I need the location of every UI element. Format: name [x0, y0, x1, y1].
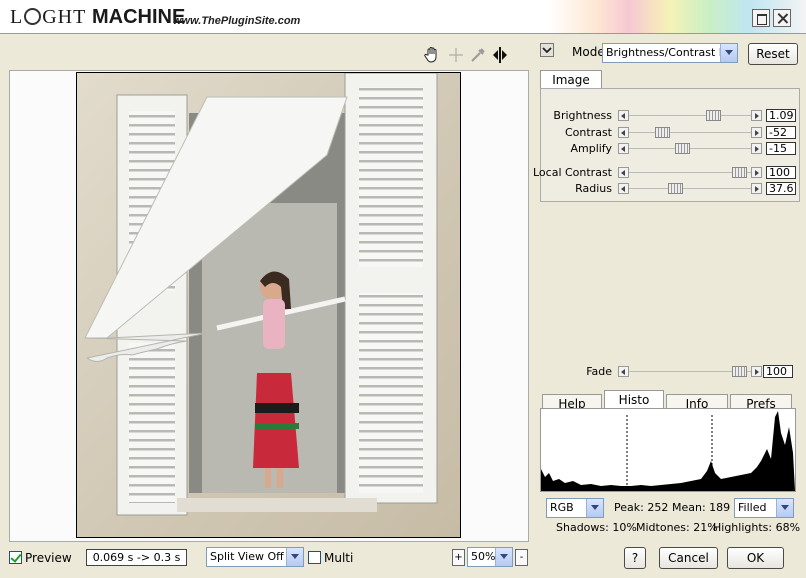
slider-value[interactable]: -15 [766, 142, 796, 155]
chevron-down-icon[interactable] [720, 44, 737, 62]
slider-thumb[interactable] [654, 127, 670, 138]
multi-checkbox[interactable] [308, 551, 321, 564]
slider-label: Radius [575, 182, 612, 195]
histo-mean: Mean: 189 [672, 501, 731, 514]
zoom-in-button[interactable]: + [452, 549, 465, 566]
reset-button[interactable]: Reset [748, 43, 798, 65]
histogram [540, 408, 796, 492]
slider-thumb[interactable] [706, 110, 722, 121]
slider-label: Contrast [564, 126, 612, 139]
fade-label: Fade [586, 365, 612, 378]
slider-label: Brightness [553, 109, 612, 122]
channel-select[interactable]: RGB [546, 498, 604, 518]
histo-style-select[interactable]: Filled [734, 498, 794, 518]
arrow-right-icon[interactable] [751, 167, 762, 178]
histo-highlights: Highlights: 68% [713, 521, 801, 534]
arrow-right-icon[interactable] [751, 143, 762, 154]
histo-style-value: Filled [738, 501, 767, 514]
preview-checkbox[interactable] [9, 551, 22, 564]
chevron-down-icon[interactable] [286, 548, 303, 566]
slider-value[interactable]: 37.6 [766, 182, 796, 195]
slider-value[interactable]: 100 [766, 166, 796, 179]
split-view-select[interactable]: Split View Off [206, 547, 304, 567]
fade-slider-thumb[interactable] [731, 366, 747, 377]
chevron-down-icon[interactable] [495, 548, 512, 566]
mode-selected-value: Brightness/Contrast Pro [606, 46, 737, 59]
mode-label: Mode [572, 45, 605, 59]
arrow-left-icon[interactable] [618, 167, 629, 178]
fade-value[interactable]: 100 [763, 365, 793, 378]
chevron-down-icon[interactable] [776, 499, 793, 517]
zoom-select[interactable]: 50% [467, 547, 513, 567]
website-label: www.ThePluginSite.com [173, 15, 301, 27]
help-button[interactable]: ? [624, 547, 646, 569]
arrow-right-icon[interactable] [751, 110, 762, 121]
slider-value[interactable]: 1.09 [766, 109, 796, 122]
histo-shadows: Shadows: 10% [556, 521, 637, 534]
channel-value: RGB [550, 501, 574, 514]
zoom-value: 50% [471, 550, 496, 563]
logo-letter: L [10, 6, 24, 28]
slider-thumb[interactable] [675, 143, 690, 154]
logo-machine-text: MACHINE [91, 6, 186, 28]
arrow-right-icon[interactable] [751, 183, 762, 194]
slider-contrast[interactable] [618, 127, 762, 138]
slider-brightness[interactable] [618, 110, 762, 121]
logo-text: GHT [42, 6, 86, 28]
mode-select[interactable]: Brightness/Contrast Pro [602, 43, 738, 63]
hand-icon[interactable] [422, 45, 442, 65]
eyedropper-icon[interactable] [468, 45, 488, 65]
slider-label: Local Contrast [532, 166, 612, 179]
multi-label: Multi [324, 551, 354, 565]
preview-image[interactable] [76, 72, 461, 538]
arrow-right-icon[interactable] [751, 366, 762, 377]
arrow-left-icon[interactable] [618, 143, 629, 154]
preview-label: Preview [25, 551, 72, 565]
close-button[interactable] [773, 9, 791, 27]
ok-button[interactable]: OK [727, 547, 784, 569]
arrow-left-icon[interactable] [618, 183, 629, 194]
arrow-right-icon[interactable] [751, 127, 762, 138]
slider-radius[interactable] [618, 183, 762, 194]
lightbulb-icon [24, 8, 42, 25]
histogram-chart [541, 411, 795, 491]
slider-thumb[interactable] [667, 183, 683, 194]
arrow-left-icon[interactable] [618, 366, 629, 377]
chevron-down-icon[interactable] [586, 499, 603, 517]
title-bar: L GHT MACHINE www.ThePluginSite.com [0, 0, 806, 34]
slider-thumb[interactable] [731, 167, 747, 178]
split-arrows-icon[interactable] [490, 45, 510, 65]
crosshair-icon[interactable] [446, 45, 466, 65]
histo-midtones: Midtones: 21% [636, 521, 718, 534]
fade-slider[interactable] [618, 366, 762, 377]
slider-value[interactable]: -52 [766, 126, 796, 139]
slider-local-contrast[interactable] [618, 167, 762, 178]
timing-display: 0.069 s -> 0.3 s [86, 549, 187, 566]
zoom-out-button[interactable]: - [515, 549, 528, 566]
arrow-left-icon[interactable] [618, 110, 629, 121]
histo-peak: Peak: 252 [614, 501, 669, 514]
tab-image[interactable]: Image [540, 70, 602, 90]
slider-amplify[interactable] [618, 143, 762, 154]
app-logo: L GHT MACHINE [10, 6, 185, 29]
collapse-arrow-icon[interactable] [540, 43, 554, 57]
maximize-button[interactable] [752, 9, 770, 27]
slider-label: Amplify [570, 142, 612, 155]
cancel-button[interactable]: Cancel [659, 547, 718, 569]
arrow-left-icon[interactable] [618, 127, 629, 138]
split-view-value: Split View Off [210, 550, 284, 563]
